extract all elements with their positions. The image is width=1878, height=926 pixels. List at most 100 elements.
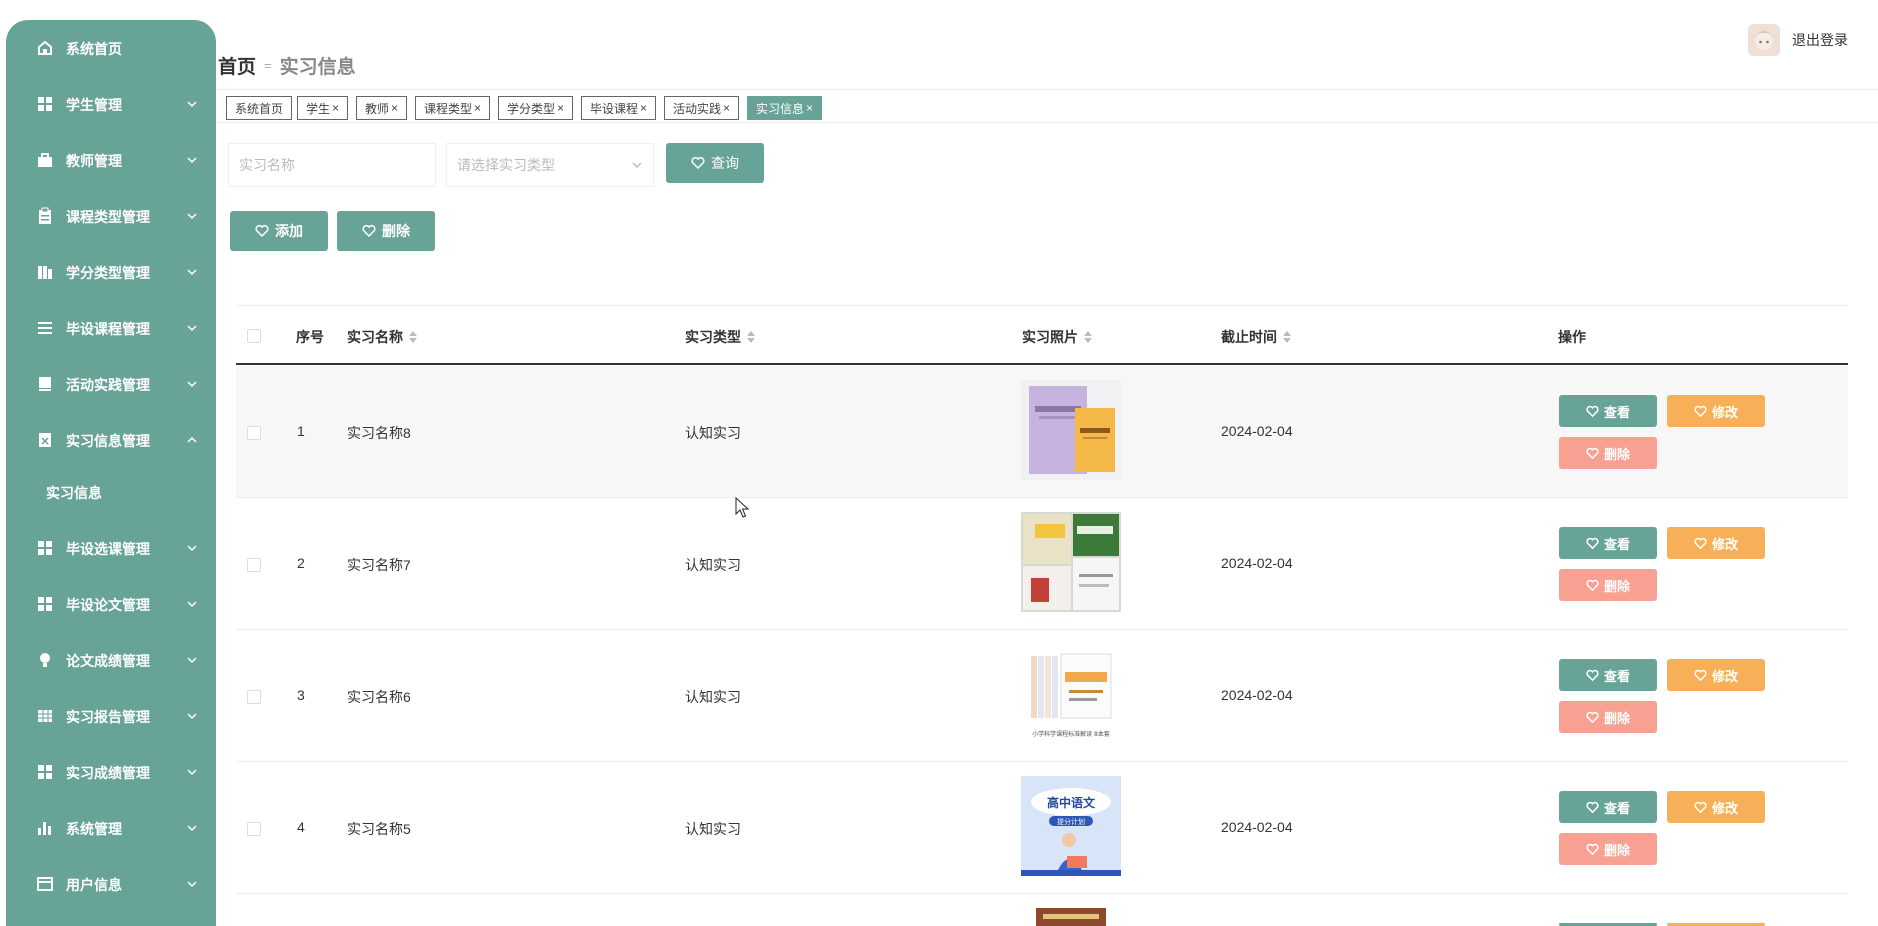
internship-photo[interactable]: 小学科学课程标准解读 8本套 [1021,644,1121,744]
header-type[interactable]: 实习类型 [685,327,755,347]
header-photo[interactable]: 实习照片 [1022,327,1092,347]
sidebar-item-students[interactable]: 学生管理 [6,76,216,132]
sidebar-item-activities[interactable]: 活动实践管理 [6,356,216,412]
view-button[interactable]: 查看 [1559,791,1657,823]
close-icon[interactable]: × [640,101,647,115]
delete-button[interactable]: 删除 [1559,569,1657,601]
chart-bars-icon [38,266,52,279]
sidebar-subitem-label: 实习信息 [46,485,102,501]
tag-activities[interactable]: 活动实践 × [664,96,740,120]
heart-icon [1694,801,1707,813]
sidebar-item-course-selection[interactable]: 毕设选课管理 [6,520,216,576]
edit-button[interactable]: 修改 [1667,659,1765,691]
sidebar-item-home[interactable]: 系统首页 [6,20,216,76]
delete-button[interactable]: 删除 [1559,701,1657,733]
batch-delete-button[interactable]: 删除 [337,211,435,251]
heart-icon [1586,447,1599,459]
sort-icon[interactable] [1084,331,1092,343]
sidebar-item-label: 课程类型管理 [66,209,150,225]
heart-icon [1586,405,1599,417]
sort-icon[interactable] [409,331,417,343]
chevron-down-icon [187,601,197,608]
close-icon[interactable]: × [806,101,813,115]
sidebar-item-thesis-grades[interactable]: 论文成绩管理 [6,632,216,688]
view-button[interactable]: 查看 [1559,659,1657,691]
heart-icon [362,224,376,238]
sort-icon[interactable] [1283,331,1291,343]
chevron-down-icon [187,157,197,164]
breadcrumb-separator: = [264,58,272,73]
cell-index: 2 [297,555,305,571]
avatar[interactable] [1748,24,1780,56]
sidebar-item-user-info[interactable]: 用户信息 [6,856,216,912]
add-button[interactable]: 添加 [230,211,328,251]
internship-photo[interactable] [1021,908,1121,926]
table-row: 1 实习名称8 认知实习 2024-02-04 查看 修改 删除 [236,366,1848,498]
tag-graduation-courses[interactable]: 毕设课程 × [581,96,657,120]
internship-photo[interactable] [1021,380,1121,480]
table-icon [38,710,52,722]
delete-button[interactable]: 删除 [1559,437,1657,469]
select-all-checkbox[interactable] [247,329,261,343]
breadcrumb-home[interactable]: 首页 [218,52,256,79]
table-row [236,894,1848,926]
table-header: 序号 实习名称 实习类型 实习照片 截止时间 操作 [236,305,1848,365]
delete-button-label: 删除 [1603,710,1630,726]
delete-button[interactable]: 删除 [1559,833,1657,865]
edit-button[interactable]: 修改 [1667,395,1765,427]
query-button[interactable]: 查询 [666,143,764,183]
close-icon[interactable]: × [391,101,398,115]
delete-button-label: 删除 [1603,578,1630,594]
tag-home[interactable]: 系统首页 [226,96,293,120]
sidebar-subitem-internship-info[interactable]: 实习信息 [6,470,216,512]
close-icon[interactable]: × [332,101,339,115]
row-checkbox[interactable] [247,426,261,440]
view-button[interactable]: 查看 [1559,395,1657,427]
logout-link[interactable]: 退出登录 [1792,30,1848,50]
internship-type-select[interactable]: 请选择实习类型 [446,143,654,187]
sidebar: 系统首页 学生管理 教师管理 课程类型管理 学分类型管理 毕设课程管理 活动实践… [6,20,216,926]
tag-internship-info[interactable]: 实习信息 × [747,96,823,120]
chevron-down-icon [632,162,642,169]
internship-name-input[interactable] [228,143,436,187]
header-deadline[interactable]: 截止时间 [1221,327,1291,347]
heart-icon [1586,537,1599,549]
internship-photo[interactable]: 高中语文 提分计划 [1021,776,1121,876]
edit-button[interactable]: 修改 [1667,791,1765,823]
tag-label: 学分类型 [507,101,556,116]
list-icon [38,322,52,334]
sidebar-item-internship-grades[interactable]: 实习成绩管理 [6,744,216,800]
grid-icon [38,765,52,779]
sidebar-item-internship-info[interactable]: 实习信息管理 [6,412,216,468]
close-icon[interactable]: × [723,101,730,115]
row-checkbox[interactable] [247,558,261,572]
sidebar-item-graduation-courses[interactable]: 毕设课程管理 [6,300,216,356]
sidebar-item-course-types[interactable]: 课程类型管理 [6,188,216,244]
view-button[interactable]: 查看 [1559,527,1657,559]
sort-icon[interactable] [747,331,755,343]
sidebar-item-credit-types[interactable]: 学分类型管理 [6,244,216,300]
tag-credit-types[interactable]: 学分类型 × [498,96,574,120]
close-icon[interactable]: × [474,101,481,115]
cell-type: 认知实习 [685,557,741,573]
sidebar-item-system[interactable]: 系统管理 [6,800,216,856]
tag-course-types[interactable]: 课程类型 × [415,96,491,120]
heart-icon [1694,537,1707,549]
edit-button[interactable]: 修改 [1667,527,1765,559]
view-button-label: 查看 [1603,668,1630,684]
row-checkbox[interactable] [247,822,261,836]
heart-icon [1586,669,1599,681]
grid-icon [38,597,52,611]
tag-teachers[interactable]: 教师 × [356,96,408,120]
header-name[interactable]: 实习名称 [347,327,417,347]
internship-photo[interactable] [1021,512,1121,612]
sidebar-item-internship-reports[interactable]: 实习报告管理 [6,688,216,744]
sidebar-item-label: 毕设课程管理 [66,321,150,337]
row-checkbox[interactable] [247,690,261,704]
tag-students[interactable]: 学生 × [297,96,349,120]
close-icon[interactable]: × [557,101,564,115]
batch-delete-button-label: 删除 [382,223,410,239]
sidebar-item-teachers[interactable]: 教师管理 [6,132,216,188]
sidebar-item-thesis[interactable]: 毕设论文管理 [6,576,216,632]
card-icon [37,877,53,891]
